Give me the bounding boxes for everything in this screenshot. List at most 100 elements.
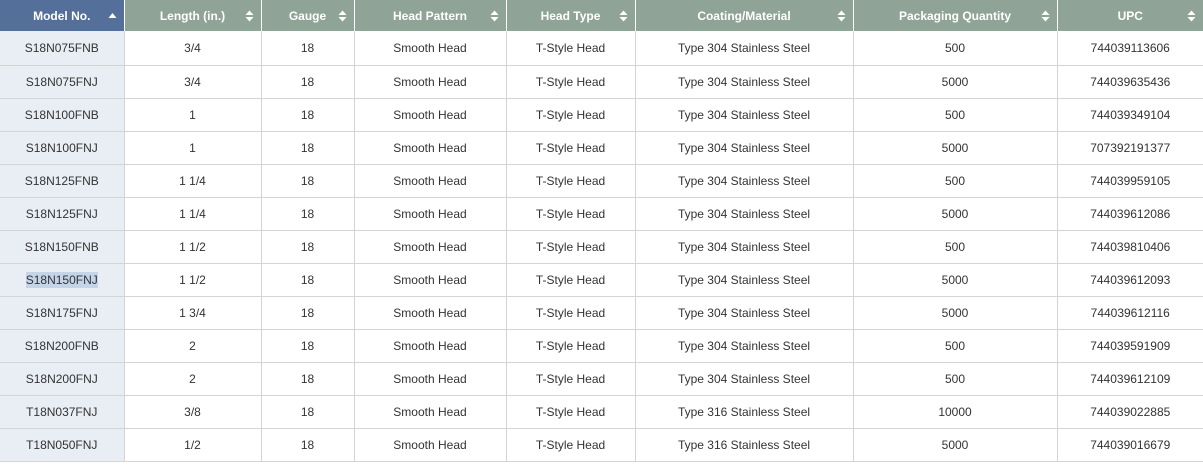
cell-length: 3/8 <box>124 395 262 429</box>
column-header-label: Gauge <box>288 8 327 23</box>
cell-upc: 744039113606 <box>1057 31 1203 66</box>
column-header-head-pattern[interactable]: Head Pattern <box>354 0 507 31</box>
table-row[interactable]: S18N150FNB 1 1/2 18 Smooth Head T-Style Head… <box>0 230 1203 264</box>
product-spec-table: Model No. Length (in.) Gauge Head Pattern He… <box>0 0 1203 462</box>
cell-gauge: 18 <box>261 296 355 330</box>
table-row[interactable]: S18N150FNJ 1 1/2 18 Smooth Head T-Style Head… <box>0 263 1203 297</box>
sort-both-icon <box>245 10 253 21</box>
sort-both-icon <box>490 10 498 21</box>
column-header-label: Head Pattern <box>392 8 468 23</box>
cell-length: 1 3/4 <box>124 296 262 330</box>
column-header-model[interactable]: Model No. <box>0 0 125 31</box>
cell-model: S18N075FNJ <box>0 65 125 99</box>
cell-gauge: 18 <box>261 131 355 165</box>
cell-packaging: 500 <box>853 329 1058 363</box>
cell-model: S18N175FNJ <box>0 296 125 330</box>
cell-head-type: T-Style Head <box>506 428 636 462</box>
table-row[interactable]: S18N075FNJ 3/4 18 Smooth Head T-Style Head Ty… <box>0 65 1203 99</box>
table-row[interactable]: S18N100FNJ 1 18 Smooth Head T-Style Head Type… <box>0 131 1203 165</box>
column-header-coating[interactable]: Coating/Material <box>635 0 854 31</box>
cell-head-pattern: Smooth Head <box>354 230 507 264</box>
cell-coating: Type 304 Stainless Steel <box>635 164 854 198</box>
cell-coating: Type 304 Stainless Steel <box>635 131 854 165</box>
cell-head-pattern: Smooth Head <box>354 263 507 297</box>
column-header-upc[interactable]: UPC <box>1057 0 1203 31</box>
column-header-packaging[interactable]: Packaging Quantity <box>853 0 1058 31</box>
cell-gauge: 18 <box>261 395 355 429</box>
column-header-label: Length (in.) <box>159 8 226 23</box>
cell-head-pattern: Smooth Head <box>354 362 507 396</box>
cell-model: S18N125FNJ <box>0 197 125 231</box>
table-row[interactable]: S18N200FNB 2 18 Smooth Head T-Style Head Type… <box>0 329 1203 363</box>
cell-length: 3/4 <box>124 31 262 66</box>
table-row[interactable]: T18N050FNJ 1/2 18 Smooth Head T-Style Head Ty… <box>0 428 1203 462</box>
cell-coating: Type 316 Stainless Steel <box>635 395 854 429</box>
cell-coating: Type 304 Stainless Steel <box>635 98 854 132</box>
column-header-label: Packaging Quantity <box>898 8 1012 23</box>
cell-gauge: 18 <box>261 164 355 198</box>
column-header-label: UPC <box>1117 8 1143 23</box>
cell-coating: Type 304 Stainless Steel <box>635 329 854 363</box>
cell-coating: Type 304 Stainless Steel <box>635 263 854 297</box>
cell-upc: 744039016679 <box>1057 428 1203 462</box>
cell-head-type: T-Style Head <box>506 197 636 231</box>
cell-gauge: 18 <box>261 428 355 462</box>
cell-upc: 744039349104 <box>1057 98 1203 132</box>
table-row[interactable]: T18N037FNJ 3/8 18 Smooth Head T-Style Head Ty… <box>0 395 1203 429</box>
cell-gauge: 18 <box>261 362 355 396</box>
cell-head-type: T-Style Head <box>506 395 636 429</box>
cell-packaging: 500 <box>853 230 1058 264</box>
sort-both-icon <box>338 10 346 21</box>
table-row[interactable]: S18N125FNB 1 1/4 18 Smooth Head T-Style Head… <box>0 164 1203 198</box>
table-row[interactable]: S18N200FNJ 2 18 Smooth Head T-Style Head Type… <box>0 362 1203 396</box>
cell-head-type: T-Style Head <box>506 329 636 363</box>
cell-packaging: 500 <box>853 98 1058 132</box>
cell-model: S18N100FNB <box>0 98 125 132</box>
cell-gauge: 18 <box>261 329 355 363</box>
cell-coating: Type 304 Stainless Steel <box>635 296 854 330</box>
column-header-length[interactable]: Length (in.) <box>124 0 262 31</box>
cell-head-type: T-Style Head <box>506 164 636 198</box>
cell-upc: 744039022885 <box>1057 395 1203 429</box>
cell-head-type: T-Style Head <box>506 31 636 66</box>
cell-gauge: 18 <box>261 65 355 99</box>
sort-both-icon <box>1187 10 1196 21</box>
cell-model: S18N200FNJ <box>0 362 125 396</box>
sort-both-icon <box>837 10 845 21</box>
cell-gauge: 18 <box>261 263 355 297</box>
cell-upc: 744039810406 <box>1057 230 1203 264</box>
cell-upc: 744039612116 <box>1057 296 1203 330</box>
column-header-head-type[interactable]: Head Type <box>506 0 636 31</box>
cell-gauge: 18 <box>261 98 355 132</box>
cell-model: S18N150FNB <box>0 230 125 264</box>
cell-length: 1 1/2 <box>124 263 262 297</box>
cell-packaging: 5000 <box>853 428 1058 462</box>
table-row[interactable]: S18N175FNJ 1 3/4 18 Smooth Head T-Style Head… <box>0 296 1203 330</box>
cell-head-pattern: Smooth Head <box>354 31 507 66</box>
cell-packaging: 500 <box>853 31 1058 66</box>
cell-model: S18N100FNJ <box>0 131 125 165</box>
cell-head-type: T-Style Head <box>506 362 636 396</box>
cell-gauge: 18 <box>261 197 355 231</box>
cell-length: 3/4 <box>124 65 262 99</box>
cell-model: T18N037FNJ <box>0 395 125 429</box>
cell-head-type: T-Style Head <box>506 263 636 297</box>
cell-head-pattern: Smooth Head <box>354 164 507 198</box>
column-header-label: Coating/Material <box>697 8 791 23</box>
cell-packaging: 5000 <box>853 296 1058 330</box>
table-row[interactable]: S18N125FNJ 1 1/4 18 Smooth Head T-Style Head… <box>0 197 1203 231</box>
cell-head-pattern: Smooth Head <box>354 395 507 429</box>
cell-head-type: T-Style Head <box>506 98 636 132</box>
cell-coating: Type 316 Stainless Steel <box>635 428 854 462</box>
cell-upc: 744039612086 <box>1057 197 1203 231</box>
column-header-label: Model No. <box>33 8 91 23</box>
column-header-gauge[interactable]: Gauge <box>261 0 355 31</box>
cell-upc: 744039635436 <box>1057 65 1203 99</box>
cell-head-pattern: Smooth Head <box>354 296 507 330</box>
cell-upc: 744039959105 <box>1057 164 1203 198</box>
cell-length: 1 1/4 <box>124 164 262 198</box>
table-row[interactable]: S18N100FNB 1 18 Smooth Head T-Style Head Type… <box>0 98 1203 132</box>
cell-model: S18N200FNB <box>0 329 125 363</box>
sort-both-icon <box>1041 10 1049 21</box>
table-row[interactable]: S18N075FNB 3/4 18 Smooth Head T-Style Head Ty… <box>0 31 1203 66</box>
